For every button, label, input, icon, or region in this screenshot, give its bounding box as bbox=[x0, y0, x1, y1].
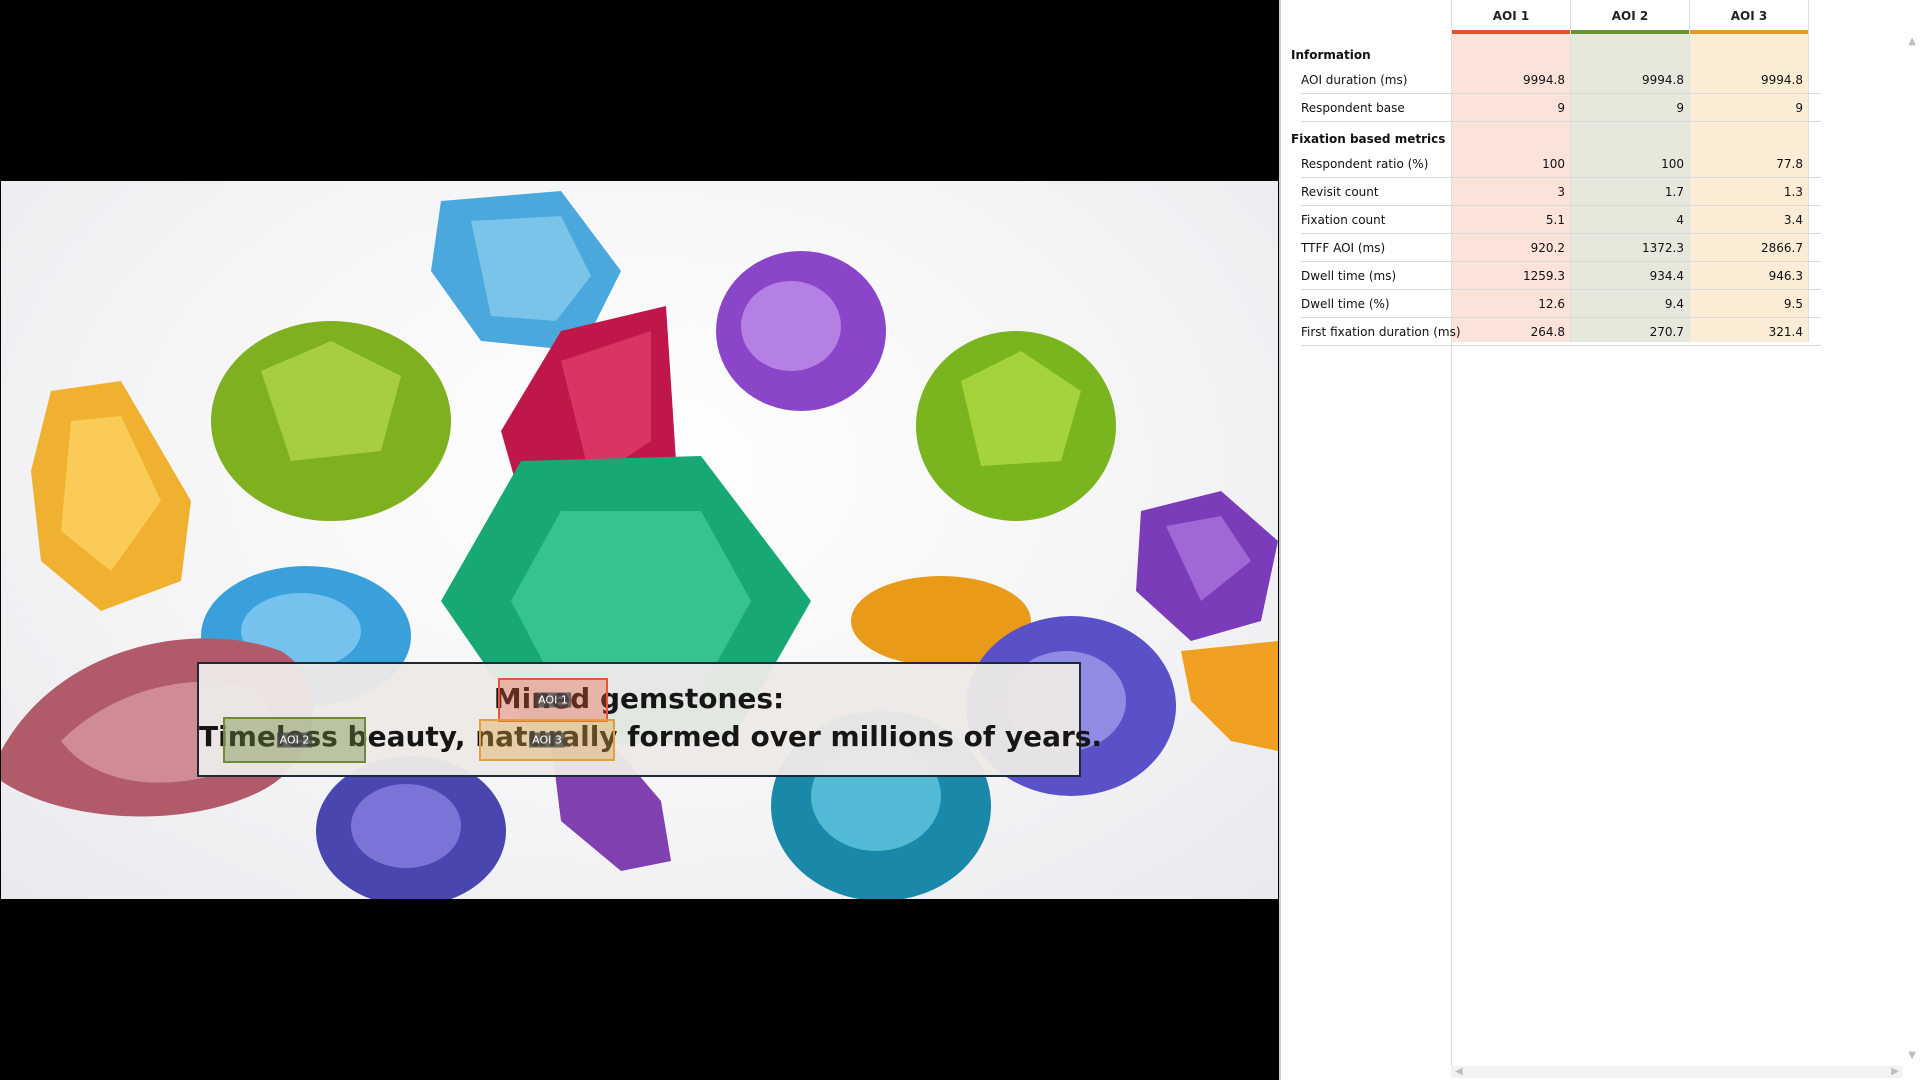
metric-value-aoi-3: 2866.7 bbox=[1761, 241, 1803, 255]
table-row: Respondent ratio (%) 100 100 77.8 bbox=[1301, 150, 1821, 178]
column-header-aoi-2[interactable]: AOI 2 bbox=[1571, 0, 1689, 34]
metric-value-aoi-1: 920.2 bbox=[1530, 241, 1565, 255]
aoi-2-label: AOI 2 bbox=[276, 732, 313, 748]
metric-value-aoi-3: 77.8 bbox=[1776, 157, 1803, 171]
section-title-information: Information bbox=[1291, 48, 1371, 62]
section-title-fixation-metrics: Fixation based metrics bbox=[1291, 132, 1446, 146]
caption-box: Mined gemstones: Timeless beauty, natura… bbox=[197, 662, 1102, 777]
table-row: First fixation duration (ms) 264.8 270.7… bbox=[1301, 318, 1821, 346]
metric-value-aoi-2: 270.7 bbox=[1649, 325, 1684, 339]
gem-amethyst-top bbox=[716, 251, 886, 411]
column-header-label: AOI 3 bbox=[1730, 9, 1768, 23]
gem-tanzanite-bottom bbox=[316, 756, 506, 899]
aoi-3-label: AOI 3 bbox=[529, 732, 565, 748]
table-row: Revisit count 3 1.7 1.3 bbox=[1301, 178, 1821, 206]
table-row: TTFF AOI (ms) 920.2 1372.3 2866.7 bbox=[1301, 234, 1821, 262]
gem-green-right bbox=[916, 331, 1116, 521]
metric-value-aoi-1: 5.1 bbox=[1545, 213, 1565, 227]
table-row: Dwell time (ms) 1259.3 934.4 946.3 bbox=[1301, 262, 1821, 290]
metric-value-aoi-2: 100 bbox=[1661, 157, 1684, 171]
metric-label: Respondent ratio (%) bbox=[1301, 157, 1429, 171]
scroll-up-icon[interactable]: ▲ bbox=[1908, 36, 1916, 47]
metric-value-aoi-1: 264.8 bbox=[1530, 325, 1565, 339]
column-header-label: AOI 1 bbox=[1492, 9, 1530, 23]
column-header-aoi-1[interactable]: AOI 1 bbox=[1452, 0, 1570, 34]
metric-value-aoi-1: 12.6 bbox=[1538, 297, 1565, 311]
column-header-label: AOI 2 bbox=[1611, 9, 1649, 23]
aoi-1-color-bar bbox=[1452, 30, 1570, 34]
metric-value-aoi-2: 1.7 bbox=[1664, 185, 1684, 199]
metric-value-aoi-3: 9 bbox=[1795, 101, 1803, 115]
horizontal-scrollbar[interactable]: ◀ ▶ bbox=[1451, 1066, 1903, 1078]
metric-value-aoi-2: 9994.8 bbox=[1642, 73, 1684, 87]
gem-green-left bbox=[211, 321, 451, 521]
metric-value-aoi-1: 100 bbox=[1542, 157, 1565, 171]
aoi-1-label: AOI 1 bbox=[535, 692, 571, 708]
metric-label: Revisit count bbox=[1301, 185, 1379, 199]
stimulus-image: Mined gemstones: Timeless beauty, natura… bbox=[1, 181, 1278, 899]
aoi-2-color-bar bbox=[1571, 30, 1689, 34]
metric-value-aoi-3: 9994.8 bbox=[1761, 73, 1803, 87]
metric-label: TTFF AOI (ms) bbox=[1301, 241, 1386, 255]
metric-value-aoi-2: 9.4 bbox=[1664, 297, 1684, 311]
aoi-3-region[interactable]: AOI 3 bbox=[479, 719, 615, 761]
gem-yellow-left bbox=[31, 381, 191, 611]
metric-value-aoi-2: 4 bbox=[1676, 213, 1684, 227]
metric-value-aoi-1: 3 bbox=[1557, 185, 1565, 199]
metric-label: AOI duration (ms) bbox=[1301, 73, 1408, 87]
metric-label: Fixation count bbox=[1301, 213, 1386, 227]
table-row: Respondent base 9 9 9 bbox=[1301, 94, 1821, 122]
metric-value-aoi-1: 9 bbox=[1557, 101, 1565, 115]
metric-value-aoi-2: 9 bbox=[1676, 101, 1684, 115]
metric-label: Respondent base bbox=[1301, 101, 1405, 115]
metric-value-aoi-3: 9.5 bbox=[1783, 297, 1803, 311]
metric-value-aoi-1: 1259.3 bbox=[1523, 269, 1565, 283]
gemstones-illustration bbox=[1, 191, 1278, 899]
aoi-3-color-bar bbox=[1690, 30, 1808, 34]
gem-orange-right bbox=[1181, 641, 1278, 751]
column-header-aoi-3[interactable]: AOI 3 bbox=[1690, 0, 1808, 34]
metric-label: First fixation duration (ms) bbox=[1301, 325, 1461, 339]
gem-purple-right bbox=[1136, 491, 1278, 641]
table-row: Dwell time (%) 12.6 9.4 9.5 bbox=[1301, 290, 1821, 318]
scroll-down-icon[interactable]: ▼ bbox=[1908, 1050, 1916, 1061]
metric-label: Dwell time (%) bbox=[1301, 297, 1390, 311]
scroll-right-icon[interactable]: ▶ bbox=[1891, 1066, 1899, 1078]
metric-value-aoi-3: 321.4 bbox=[1768, 325, 1803, 339]
scroll-left-icon[interactable]: ◀ bbox=[1455, 1066, 1463, 1078]
aoi-2-region[interactable]: AOI 2 bbox=[223, 717, 366, 763]
metric-label: Dwell time (ms) bbox=[1301, 269, 1397, 283]
metric-value-aoi-2: 934.4 bbox=[1649, 269, 1684, 283]
aoi-1-region[interactable]: AOI 1 bbox=[498, 678, 608, 722]
stimulus-viewer: Mined gemstones: Timeless beauty, natura… bbox=[0, 0, 1279, 1080]
table-row: AOI duration (ms) 9994.8 9994.8 9994.8 bbox=[1301, 66, 1821, 94]
metric-value-aoi-3: 3.4 bbox=[1783, 213, 1803, 227]
table-row: Fixation count 5.1 4 3.4 bbox=[1301, 206, 1821, 234]
caption-line-1: Mined gemstones: bbox=[493, 682, 785, 715]
metric-value-aoi-3: 1.3 bbox=[1783, 185, 1803, 199]
metrics-panel: AOI 1 AOI 2 AOI 3 Information AOI durati… bbox=[1279, 0, 1920, 1080]
metric-value-aoi-1: 9994.8 bbox=[1523, 73, 1565, 87]
metric-value-aoi-3: 946.3 bbox=[1768, 269, 1803, 283]
metric-value-aoi-2: 1372.3 bbox=[1642, 241, 1684, 255]
